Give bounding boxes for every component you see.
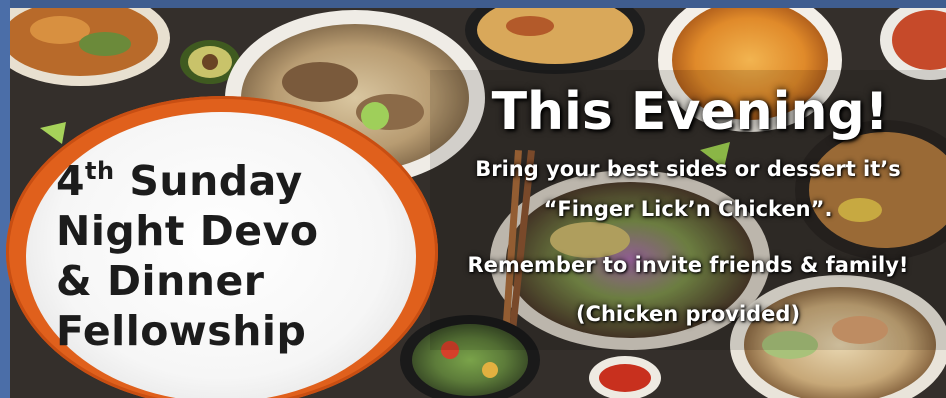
event-title-line2: Night Devo [56, 207, 319, 255]
event-title-line1: 4th Sunday [56, 156, 376, 206]
message-line-1: Bring your best sides or dessert it’s [475, 157, 901, 181]
event-title: 4th Sunday Night Devo & Dinner Fellowshi… [56, 156, 376, 356]
ordinal-suffix: th [85, 157, 115, 185]
headline: This Evening! [491, 82, 889, 142]
ordinal-number: 4 [56, 157, 86, 205]
message-line-2: “Finger Lick’n Chicken”. [543, 197, 833, 221]
banner-top-border [0, 0, 946, 8]
message-line-4: (Chicken provided) [575, 302, 801, 326]
event-banner: 4th Sunday Night Devo & Dinner Fellowshi… [0, 0, 946, 398]
message-line-3: Remember to invite friends & family! [467, 253, 909, 277]
banner-left-border [0, 0, 10, 398]
weekday-word: Sunday [114, 157, 303, 205]
event-title-line4: Fellowship [56, 307, 307, 355]
event-title-line3: & Dinner [56, 257, 265, 305]
